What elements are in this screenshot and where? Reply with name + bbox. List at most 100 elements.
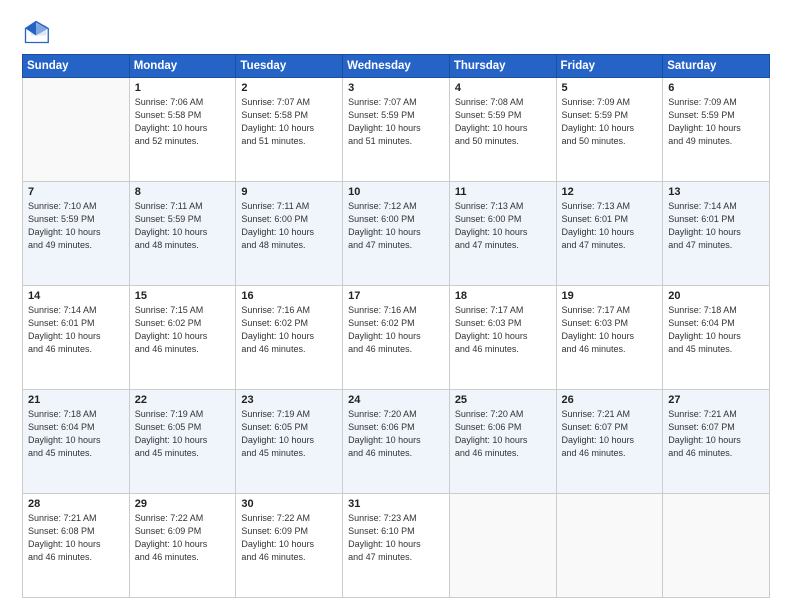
day-number: 5 (562, 82, 658, 94)
day-info: Sunrise: 7:13 AM Sunset: 6:01 PM Dayligh… (562, 200, 658, 252)
day-number: 28 (28, 498, 124, 510)
day-info: Sunrise: 7:22 AM Sunset: 6:09 PM Dayligh… (135, 512, 231, 564)
day-number: 31 (348, 498, 444, 510)
calendar-cell: 17 Sunrise: 7:16 AM Sunset: 6:02 PM Dayli… (343, 286, 450, 390)
weekday-header: Monday (129, 55, 236, 78)
day-info: Sunrise: 7:12 AM Sunset: 6:00 PM Dayligh… (348, 200, 444, 252)
day-number: 7 (28, 186, 124, 198)
calendar-cell: 5 Sunrise: 7:09 AM Sunset: 5:59 PM Daylig… (556, 78, 663, 182)
calendar-cell: 23 Sunrise: 7:19 AM Sunset: 6:05 PM Dayli… (236, 390, 343, 494)
day-number: 13 (668, 186, 764, 198)
calendar-cell: 26 Sunrise: 7:21 AM Sunset: 6:07 PM Dayli… (556, 390, 663, 494)
day-number: 21 (28, 394, 124, 406)
day-info: Sunrise: 7:08 AM Sunset: 5:59 PM Dayligh… (455, 96, 551, 148)
calendar-cell: 13Sunrise: 7:14 AM Sunset: 6:01 PM Dayli… (663, 182, 770, 286)
calendar-header-row: SundayMondayTuesdayWednesdayThursdayFrid… (23, 55, 770, 78)
day-number: 11 (455, 186, 551, 198)
calendar-cell: 21 Sunrise: 7:18 AM Sunset: 6:04 PM Dayli… (23, 390, 130, 494)
weekday-header: Thursday (449, 55, 556, 78)
calendar-cell: 4 Sunrise: 7:08 AM Sunset: 5:59 PM Daylig… (449, 78, 556, 182)
weekday-header: Saturday (663, 55, 770, 78)
day-number: 30 (241, 498, 337, 510)
calendar-cell: 20Sunrise: 7:18 AM Sunset: 6:04 PM Dayli… (663, 286, 770, 390)
weekday-header: Wednesday (343, 55, 450, 78)
day-info: Sunrise: 7:21 AM Sunset: 6:07 PM Dayligh… (562, 408, 658, 460)
calendar-cell: 9 Sunrise: 7:11 AM Sunset: 6:00 PM Daylig… (236, 182, 343, 286)
day-number: 12 (562, 186, 658, 198)
day-number: 17 (348, 290, 444, 302)
day-number: 29 (135, 498, 231, 510)
calendar-cell (449, 494, 556, 598)
calendar-cell: 29 Sunrise: 7:22 AM Sunset: 6:09 PM Dayli… (129, 494, 236, 598)
calendar-cell: 10 Sunrise: 7:12 AM Sunset: 6:00 PM Dayli… (343, 182, 450, 286)
day-info: Sunrise: 7:09 AM Sunset: 5:59 PM Dayligh… (668, 96, 764, 148)
day-info: Sunrise: 7:19 AM Sunset: 6:05 PM Dayligh… (135, 408, 231, 460)
day-info: Sunrise: 7:18 AM Sunset: 6:04 PM Dayligh… (28, 408, 124, 460)
day-number: 16 (241, 290, 337, 302)
day-number: 4 (455, 82, 551, 94)
day-info: Sunrise: 7:07 AM Sunset: 5:58 PM Dayligh… (241, 96, 337, 148)
day-info: Sunrise: 7:07 AM Sunset: 5:59 PM Dayligh… (348, 96, 444, 148)
calendar-cell: 18Sunrise: 7:17 AM Sunset: 6:03 PM Dayli… (449, 286, 556, 390)
calendar-cell: 6Sunrise: 7:09 AM Sunset: 5:59 PM Daylig… (663, 78, 770, 182)
calendar-cell (663, 494, 770, 598)
day-info: Sunrise: 7:06 AM Sunset: 5:58 PM Dayligh… (135, 96, 231, 148)
day-number: 23 (241, 394, 337, 406)
day-number: 10 (348, 186, 444, 198)
day-number: 3 (348, 82, 444, 94)
day-info: Sunrise: 7:11 AM Sunset: 6:00 PM Dayligh… (241, 200, 337, 252)
day-number: 1 (135, 82, 231, 94)
day-info: Sunrise: 7:19 AM Sunset: 6:05 PM Dayligh… (241, 408, 337, 460)
calendar-cell: 1 Sunrise: 7:06 AM Sunset: 5:58 PM Daylig… (129, 78, 236, 182)
day-number: 15 (135, 290, 231, 302)
calendar-cell: 16 Sunrise: 7:16 AM Sunset: 6:02 PM Dayli… (236, 286, 343, 390)
day-info: Sunrise: 7:14 AM Sunset: 6:01 PM Dayligh… (28, 304, 124, 356)
day-info: Sunrise: 7:20 AM Sunset: 6:06 PM Dayligh… (455, 408, 551, 460)
day-info: Sunrise: 7:22 AM Sunset: 6:09 PM Dayligh… (241, 512, 337, 564)
day-number: 9 (241, 186, 337, 198)
calendar-cell: 3 Sunrise: 7:07 AM Sunset: 5:59 PM Daylig… (343, 78, 450, 182)
day-info: Sunrise: 7:16 AM Sunset: 6:02 PM Dayligh… (241, 304, 337, 356)
calendar-row: 14Sunrise: 7:14 AM Sunset: 6:01 PM Dayli… (23, 286, 770, 390)
day-info: Sunrise: 7:13 AM Sunset: 6:00 PM Dayligh… (455, 200, 551, 252)
calendar-cell: 12 Sunrise: 7:13 AM Sunset: 6:01 PM Dayli… (556, 182, 663, 286)
day-info: Sunrise: 7:10 AM Sunset: 5:59 PM Dayligh… (28, 200, 124, 252)
calendar-cell: 8 Sunrise: 7:11 AM Sunset: 5:59 PM Daylig… (129, 182, 236, 286)
day-number: 24 (348, 394, 444, 406)
day-number: 27 (668, 394, 764, 406)
day-info: Sunrise: 7:21 AM Sunset: 6:07 PM Dayligh… (668, 408, 764, 460)
day-info: Sunrise: 7:15 AM Sunset: 6:02 PM Dayligh… (135, 304, 231, 356)
day-info: Sunrise: 7:20 AM Sunset: 6:06 PM Dayligh… (348, 408, 444, 460)
day-number: 26 (562, 394, 658, 406)
day-number: 19 (562, 290, 658, 302)
calendar-cell: 14Sunrise: 7:14 AM Sunset: 6:01 PM Dayli… (23, 286, 130, 390)
calendar-row: 21 Sunrise: 7:18 AM Sunset: 6:04 PM Dayli… (23, 390, 770, 494)
calendar-cell: 19 Sunrise: 7:17 AM Sunset: 6:03 PM Dayli… (556, 286, 663, 390)
calendar-cell (23, 78, 130, 182)
calendar-cell: 22 Sunrise: 7:19 AM Sunset: 6:05 PM Dayli… (129, 390, 236, 494)
day-info: Sunrise: 7:23 AM Sunset: 6:10 PM Dayligh… (348, 512, 444, 564)
calendar-table: SundayMondayTuesdayWednesdayThursdayFrid… (22, 54, 770, 598)
day-number: 8 (135, 186, 231, 198)
day-info: Sunrise: 7:11 AM Sunset: 5:59 PM Dayligh… (135, 200, 231, 252)
calendar-page: SundayMondayTuesdayWednesdayThursdayFrid… (0, 0, 792, 612)
calendar-cell: 27 Sunrise: 7:21 AM Sunset: 6:07 PM Dayli… (663, 390, 770, 494)
calendar-cell: 2Sunrise: 7:07 AM Sunset: 5:58 PM Daylig… (236, 78, 343, 182)
day-info: Sunrise: 7:09 AM Sunset: 5:59 PM Dayligh… (562, 96, 658, 148)
calendar-cell: 31 Sunrise: 7:23 AM Sunset: 6:10 PM Dayli… (343, 494, 450, 598)
day-info: Sunrise: 7:17 AM Sunset: 6:03 PM Dayligh… (562, 304, 658, 356)
calendar-cell: 25 Sunrise: 7:20 AM Sunset: 6:06 PM Dayli… (449, 390, 556, 494)
weekday-header: Sunday (23, 55, 130, 78)
day-number: 22 (135, 394, 231, 406)
calendar-cell: 30 Sunrise: 7:22 AM Sunset: 6:09 PM Dayli… (236, 494, 343, 598)
calendar-cell: 7 Sunrise: 7:10 AM Sunset: 5:59 PM Daylig… (23, 182, 130, 286)
day-number: 25 (455, 394, 551, 406)
calendar-row: 7 Sunrise: 7:10 AM Sunset: 5:59 PM Daylig… (23, 182, 770, 286)
day-number: 18 (455, 290, 551, 302)
day-info: Sunrise: 7:16 AM Sunset: 6:02 PM Dayligh… (348, 304, 444, 356)
day-number: 20 (668, 290, 764, 302)
logo-icon (22, 18, 50, 46)
weekday-header: Tuesday (236, 55, 343, 78)
calendar-cell: 24 Sunrise: 7:20 AM Sunset: 6:06 PM Dayli… (343, 390, 450, 494)
calendar-row: 28Sunrise: 7:21 AM Sunset: 6:08 PM Dayli… (23, 494, 770, 598)
